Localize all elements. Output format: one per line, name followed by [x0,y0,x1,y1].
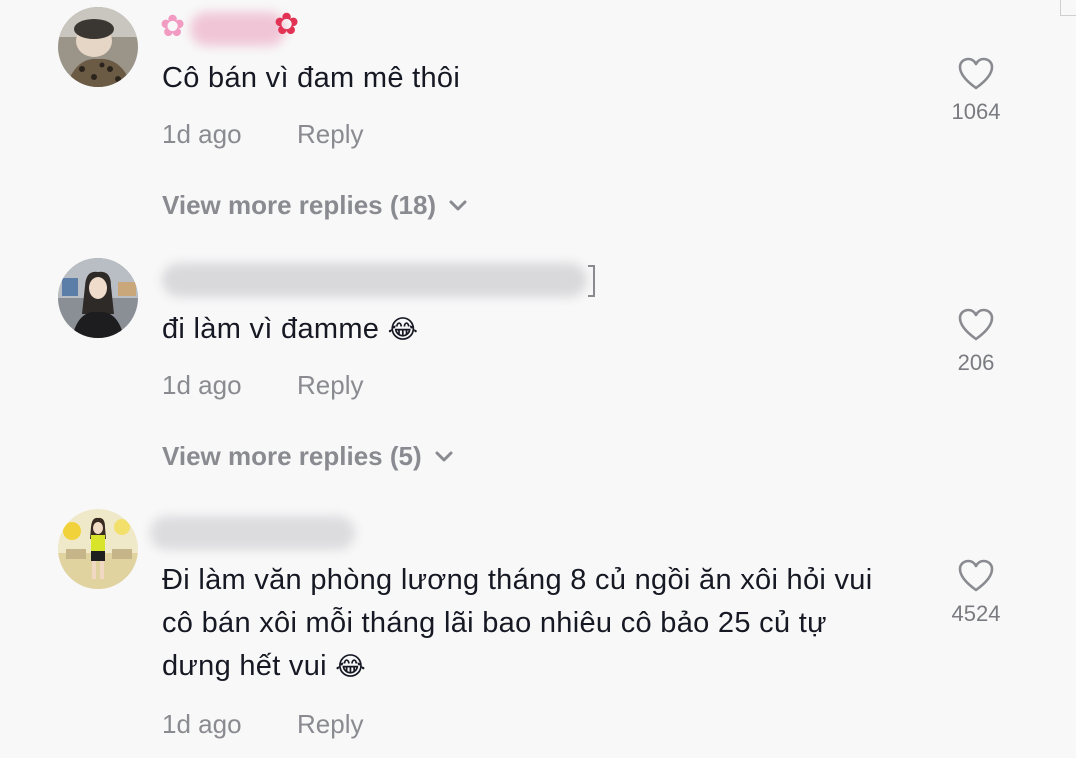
avatar-image [58,7,138,87]
flower-emoji-icon: ✿ [160,10,186,43]
timestamp: 1d ago [162,119,242,149]
username[interactable] [162,263,587,297]
view-more-label: View more replies (5) [162,441,422,471]
view-more-replies-button[interactable]: View more replies (18) [162,190,468,221]
laughing-emoji-icon: 😂 [387,315,419,345]
reply-button[interactable]: Reply [297,370,363,401]
view-more-replies-button[interactable]: View more replies (5) [162,441,454,472]
comment-text: Cô bán vì đam mê thôi [162,57,902,100]
like-count: 4524 [951,601,1001,626]
comment-body: Đi làm văn phòng lương tháng 8 củ ngồi ă… [162,564,873,682]
like-button[interactable]: 206 [940,308,1012,376]
laughing-emoji-icon: 😂 [335,652,366,682]
like-button[interactable]: 4524 [940,559,1012,627]
view-more-label: View more replies (18) [162,190,437,220]
timestamp: 1d ago [162,370,242,400]
comment-text: đi làm vì đamme 😂 [162,308,902,352]
comment-meta: 1d ago Reply [162,709,363,740]
reply-button[interactable]: Reply [297,709,363,740]
avatar-image [58,258,138,338]
chevron-down-icon [435,451,453,461]
comment-body: Cô bán vì đam mê thôi [162,62,461,94]
like-count: 206 [957,350,995,375]
heart-outline-icon [958,308,994,341]
comments-panel: ✿ ✿ Cô bán vì đam mê thôi 1d ago Reply 1… [0,0,1076,758]
comment-text: Đi làm văn phòng lương tháng 8 củ ngồi ă… [162,559,902,689]
username[interactable] [190,12,286,46]
chevron-down-icon [449,200,467,210]
avatar[interactable] [58,258,138,338]
heart-outline-icon [958,559,994,592]
heart-outline-icon [958,57,994,90]
username-bracket [588,265,595,297]
flower-emoji-icon: ✿ [274,8,300,41]
comment-body: đi làm vì đamme [162,313,380,345]
avatar[interactable] [58,7,138,87]
comment-meta: 1d ago Reply [162,370,363,401]
avatar-image [58,509,138,589]
like-button[interactable]: 1064 [940,57,1012,125]
reply-button[interactable]: Reply [297,119,363,150]
avatar[interactable] [58,509,138,589]
timestamp: 1d ago [162,709,242,739]
username[interactable] [150,516,355,550]
like-count: 1064 [951,99,1001,124]
comment-meta: 1d ago Reply [162,119,363,150]
scrollbar-corner [1060,0,1076,16]
